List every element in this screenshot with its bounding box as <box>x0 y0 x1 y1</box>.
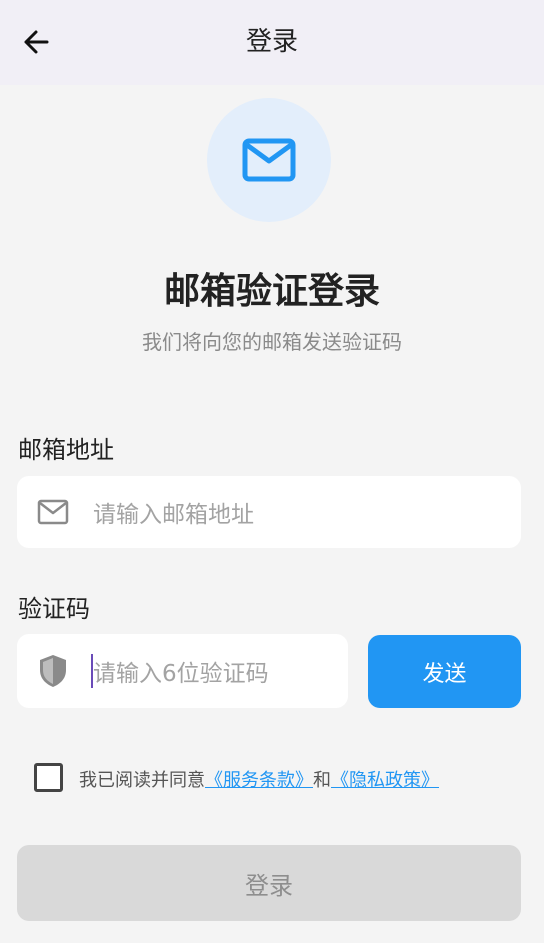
agreement-text: 我已阅读并同意《服务条款》和《隐私政策》 <box>79 766 439 792</box>
terms-link[interactable]: 《服务条款》 <box>205 770 313 791</box>
code-placeholder: 请输入6位验证码 <box>93 661 269 687</box>
email-field[interactable]: 请输入邮箱地址 <box>17 476 521 548</box>
mail-icon <box>242 138 296 182</box>
page-title: 登录 <box>245 27 298 57</box>
hero-icon-circle <box>207 98 331 222</box>
agree-checkbox[interactable] <box>34 763 63 792</box>
mail-outline-icon <box>23 499 83 525</box>
code-label: 验证码 <box>18 595 90 623</box>
shield-icon <box>23 653 83 689</box>
email-label: 邮箱地址 <box>18 436 114 464</box>
email-placeholder: 请输入邮箱地址 <box>93 502 254 528</box>
hero-title: 邮箱验证登录 <box>163 271 380 312</box>
hero-subtitle: 我们将向您的邮箱发送验证码 <box>142 330 402 354</box>
login-button[interactable]: 登录 <box>17 845 521 921</box>
agreement-conjunction: 和 <box>313 770 331 791</box>
agreement-prefix: 我已阅读并同意 <box>79 770 205 791</box>
code-field[interactable]: 请输入6位验证码 <box>17 634 348 708</box>
privacy-link[interactable]: 《隐私政策》 <box>331 770 439 791</box>
top-bar: 登录 <box>0 0 544 85</box>
send-code-button[interactable]: 发送 <box>368 635 521 708</box>
